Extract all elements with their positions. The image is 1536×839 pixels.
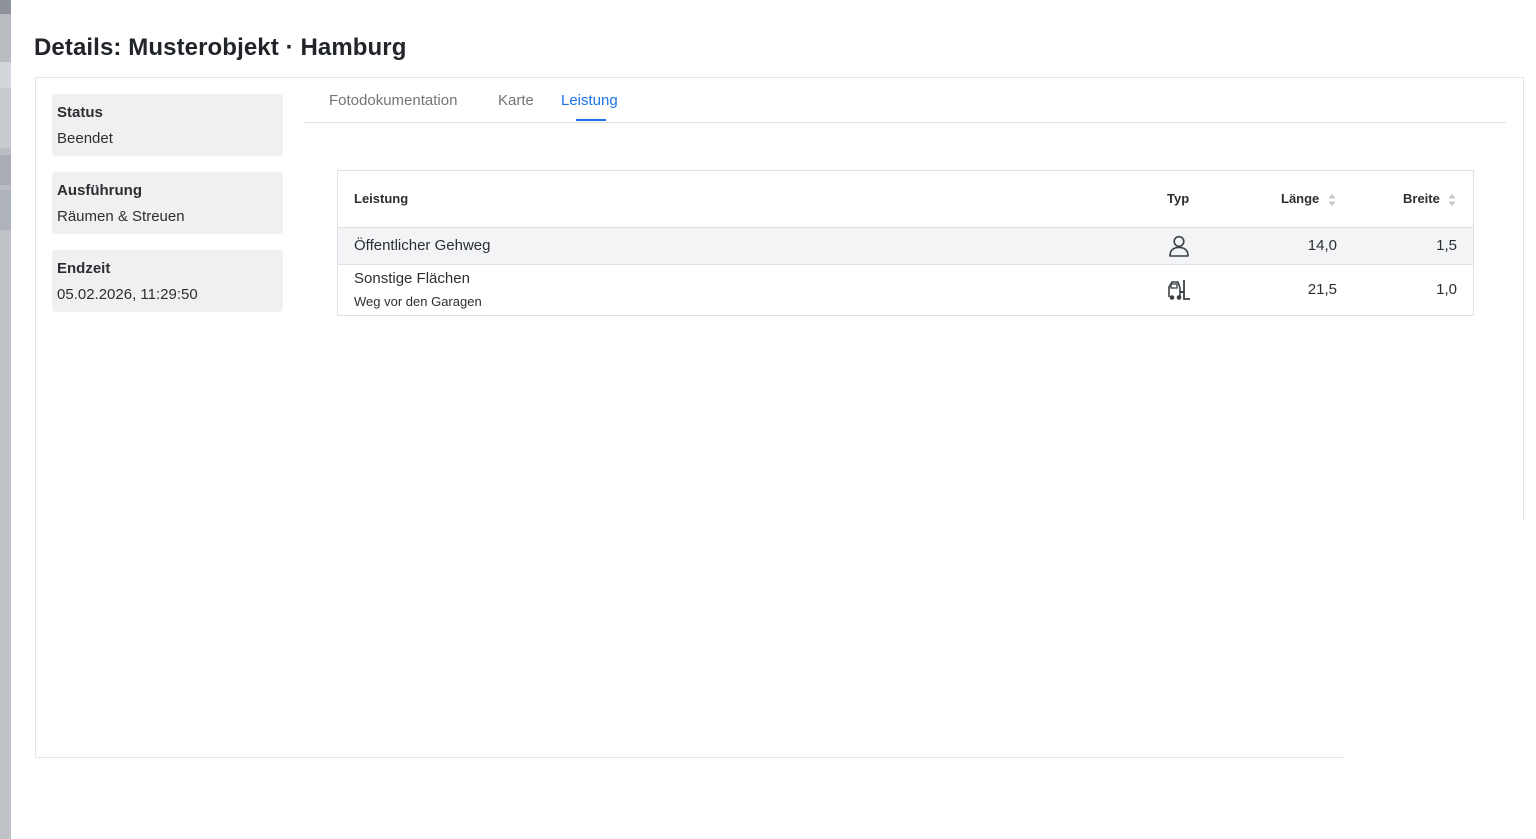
column-header-leistung: Leistung [354,191,409,206]
sort-icon[interactable] [1448,193,1456,207]
breite-value: 1,5 [1436,237,1457,254]
tab-karte[interactable]: Karte [498,92,534,109]
table-row[interactable]: Öffentlicher Gehweg 14,0 1,5 [338,227,1473,265]
info-card-label: Endzeit [57,260,111,277]
table-row[interactable]: Sonstige Flächen Weg vor den Garagen 21,… [338,264,1473,315]
background-block [0,190,11,230]
background-block [0,88,11,148]
column-header-breite[interactable]: Breite [1403,191,1440,206]
details-dialog: Details: Musterobjekt · Hamburg Status B… [11,0,1536,839]
tab-leistung[interactable]: Leistung [561,92,618,109]
forklift-icon [1168,280,1190,300]
info-card-ausfuehrung: Ausführung Räumen & Streuen [52,172,283,234]
person-icon [1169,235,1189,257]
laenge-value: 14,0 [1307,237,1337,254]
info-card-value: Beendet [57,130,113,147]
background-block [0,0,11,14]
info-card-endzeit: Endzeit 05.02.2026, 11:29:50 [52,250,283,312]
background-block [0,62,11,88]
leistung-name: Öffentlicher Gehweg [354,237,491,254]
breite-value: 1,0 [1436,281,1457,298]
active-tab-indicator [576,119,606,121]
tab-bar: Fotodokumentation Karte Leistung [304,78,1506,123]
background-block [0,230,11,839]
tab-fotodokumentation[interactable]: Fotodokumentation [329,92,457,109]
background-app-strip [0,0,11,839]
background-block [0,155,11,185]
sort-icon[interactable] [1328,193,1336,207]
panel-divider [35,757,1345,758]
info-card-label: Ausführung [57,182,142,199]
column-header-laenge[interactable]: Länge [1281,191,1319,206]
leistung-name: Sonstige Flächen [354,270,470,287]
dialog-title: Details: Musterobjekt · Hamburg [34,34,407,61]
info-card-status: Status Beendet [52,94,283,156]
laenge-value: 21,5 [1307,281,1337,298]
leistung-subtitle: Weg vor den Garagen [354,294,482,309]
column-header-typ: Typ [1167,191,1190,206]
info-card-label: Status [57,104,103,121]
info-card-value: Räumen & Streuen [57,208,185,225]
leistung-table: Leistung Typ Länge Breite Öffentlicher G… [337,170,1474,316]
info-card-value: 05.02.2026, 11:29:50 [57,286,198,303]
